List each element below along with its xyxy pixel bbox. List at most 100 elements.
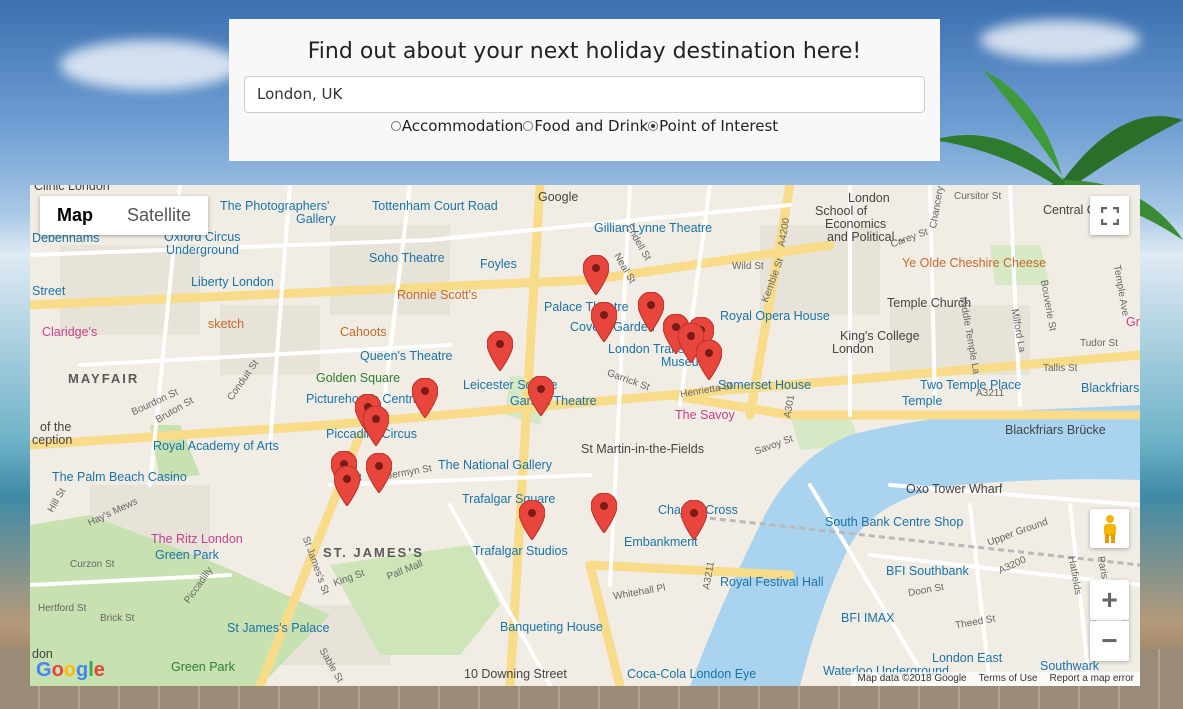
map-label: Golden Square bbox=[316, 371, 401, 385]
terms-link[interactable]: Terms of Use bbox=[979, 672, 1038, 686]
map-label: Green Park bbox=[155, 548, 219, 562]
map-marker-pin[interactable] bbox=[638, 292, 664, 332]
map-label: Temple bbox=[902, 394, 943, 408]
map-label: South Bank Centre Shop bbox=[825, 515, 964, 529]
map-label: Tottenham Court Road bbox=[372, 199, 498, 213]
radio-label: Accommodation bbox=[401, 117, 524, 135]
district-label: MAYFAIR bbox=[68, 371, 140, 386]
map-marker-pin[interactable] bbox=[591, 493, 617, 533]
map-marker-pin[interactable] bbox=[487, 331, 513, 371]
map-data-text: Map data ©2018 Google bbox=[857, 673, 967, 684]
map-marker-pin[interactable] bbox=[583, 255, 609, 295]
map-label: School of bbox=[815, 204, 868, 218]
radio-food-and-drink[interactable]: Food and Drink bbox=[523, 117, 648, 135]
zoom-in-button[interactable]: + bbox=[1090, 580, 1129, 620]
street-label: Tudor St bbox=[1080, 338, 1118, 349]
street-view-pegman-button[interactable] bbox=[1090, 509, 1129, 548]
map-marker-pin[interactable] bbox=[519, 500, 545, 540]
street-label: Brick St bbox=[100, 613, 135, 624]
map-marker-pin[interactable] bbox=[528, 376, 554, 416]
map-label: Oxo Tower Wharf bbox=[906, 482, 1003, 496]
map-label: ception bbox=[32, 433, 73, 447]
cloud bbox=[980, 20, 1140, 60]
map-marker-pin[interactable] bbox=[334, 466, 360, 506]
radio-button[interactable] bbox=[523, 121, 534, 131]
map-label: Gallery bbox=[296, 212, 336, 226]
map-marker-pin[interactable] bbox=[681, 500, 707, 540]
radio-accommodation[interactable]: Accommodation bbox=[390, 117, 524, 135]
map-marker-pin[interactable] bbox=[366, 453, 392, 493]
map-label: St James's Palace bbox=[227, 621, 330, 635]
map-label: Cahoots bbox=[340, 325, 387, 339]
map-label: Google bbox=[538, 190, 579, 204]
map-label: Two Temple Place bbox=[920, 378, 1022, 392]
page-title: Find out about your next holiday destina… bbox=[307, 39, 862, 64]
map-label: Economics bbox=[825, 217, 887, 231]
map-label: Southwark bbox=[1040, 659, 1100, 673]
fullscreen-icon bbox=[1100, 206, 1119, 225]
map-label: Ye Olde Cheshire Cheese bbox=[902, 256, 1047, 270]
map-label: Claridge's bbox=[42, 325, 98, 339]
street-label: Hertford St bbox=[38, 603, 87, 614]
street-label: Tallis St bbox=[1043, 363, 1078, 374]
map-label: King's College bbox=[840, 329, 920, 343]
map-label: Royal Academy of Arts bbox=[153, 439, 279, 453]
map-label: Underground bbox=[166, 243, 239, 257]
radio-label: Food and Drink bbox=[534, 117, 649, 135]
map-label: Gillian Lynne Theatre bbox=[594, 221, 713, 235]
destination-search-input[interactable]: London, UK bbox=[244, 76, 925, 113]
map-view[interactable]: Clinic London Google The Photographers' … bbox=[30, 185, 1140, 686]
search-panel: Find out about your next holiday destina… bbox=[229, 19, 940, 161]
radio-button[interactable] bbox=[390, 121, 401, 131]
map-label: Royal Festival Hall bbox=[720, 575, 824, 589]
map-label: Clinic London bbox=[34, 185, 110, 193]
map-label: 10 Downing Street bbox=[464, 667, 567, 681]
map-type-satellite-button[interactable]: Satellite bbox=[110, 196, 208, 235]
map-label: Gr bbox=[1126, 315, 1140, 329]
map-marker-pin[interactable] bbox=[591, 302, 617, 342]
radio-label: Point of Interest bbox=[659, 117, 779, 135]
map-label: London bbox=[832, 342, 874, 356]
map-label: The National Gallery bbox=[438, 458, 552, 472]
map-label: Blackfriars Brücke bbox=[1005, 423, 1106, 437]
report-error-link[interactable]: Report a map error bbox=[1050, 672, 1134, 686]
map-label: Coca-Cola London Eye bbox=[627, 667, 757, 681]
map-label: Central C bbox=[1043, 203, 1096, 217]
google-logo[interactable]: Google bbox=[36, 659, 105, 682]
map-label: London East bbox=[932, 651, 1003, 665]
map-marker-pin[interactable] bbox=[412, 378, 438, 418]
zoom-out-button[interactable]: − bbox=[1090, 621, 1129, 661]
pegman-icon bbox=[1103, 514, 1116, 543]
map-label: Banqueting House bbox=[500, 620, 603, 634]
map-type-control: Map Satellite bbox=[40, 196, 209, 235]
map-label: Soho Theatre bbox=[369, 251, 445, 265]
radio-button[interactable] bbox=[648, 121, 659, 131]
map-label: The Ritz London bbox=[151, 532, 243, 546]
map-label: Trafalgar Studios bbox=[473, 544, 568, 558]
map-label: BFI IMAX bbox=[841, 611, 895, 625]
radio-point-of-interest[interactable]: Point of Interest bbox=[648, 117, 778, 135]
map-marker-pin[interactable] bbox=[363, 406, 389, 446]
map-label: BFI Southbank bbox=[886, 564, 969, 578]
street-label: Wild St bbox=[732, 261, 764, 272]
map-label: Ronnie Scott's bbox=[397, 288, 478, 302]
map-label: Blackfriars bbox=[1081, 381, 1140, 395]
map-label: Liberty London bbox=[191, 275, 274, 289]
fullscreen-button[interactable] bbox=[1090, 196, 1129, 235]
map-label: of the bbox=[40, 420, 72, 434]
map-label: The Savoy bbox=[675, 408, 735, 422]
map-attribution: Map data ©2018 Google Terms of Use Repor… bbox=[851, 672, 1140, 686]
map-label: London bbox=[848, 191, 890, 205]
map-label: St Martin-in-the-Fields bbox=[581, 442, 704, 456]
map-type-map-button[interactable]: Map bbox=[40, 196, 110, 235]
street-label: Cursitor St bbox=[954, 191, 1002, 202]
map-label: Street bbox=[32, 284, 66, 298]
map-label: Green Park bbox=[171, 660, 235, 674]
map-label: The Photographers' bbox=[220, 199, 330, 213]
street-label: Curzon St bbox=[70, 559, 115, 570]
map-marker-pin[interactable] bbox=[696, 340, 722, 380]
district-label: ST. JAMES'S bbox=[323, 545, 424, 560]
category-radio-group: Accommodation Food and Drink Point of Inte… bbox=[229, 117, 940, 135]
cloud bbox=[60, 40, 240, 90]
map-label: Queen's Theatre bbox=[360, 349, 453, 363]
